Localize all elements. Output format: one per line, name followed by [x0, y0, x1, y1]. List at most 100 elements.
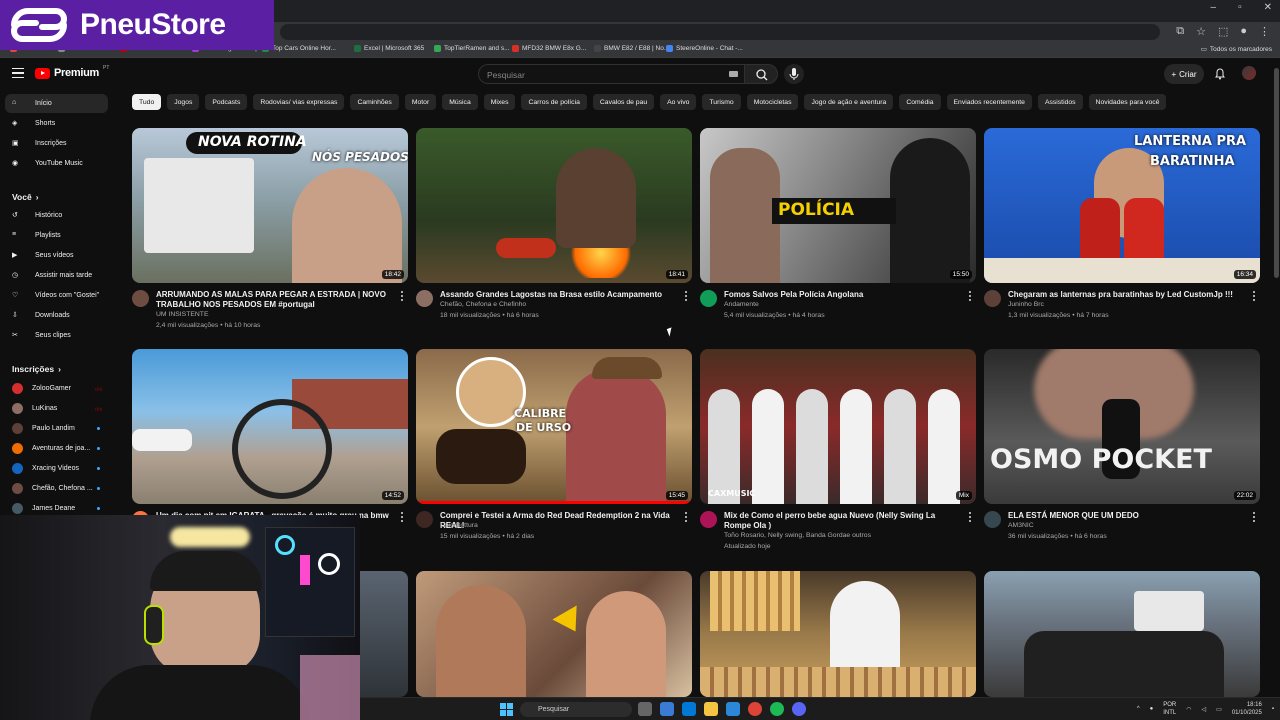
- taskbar-search[interactable]: Pesquisar: [520, 702, 632, 717]
- bookmark-item[interactable]: SteereOnline - Chat -...: [666, 45, 743, 52]
- channel-name[interactable]: Toño Rosario, Nelly swing, Banda Gordae …: [724, 532, 871, 539]
- sidebar-you-item-4[interactable]: ♡ Vídeos com "Gostei": [5, 286, 108, 305]
- sidebar-you-item-0[interactable]: ↺ Histórico: [5, 206, 108, 225]
- video-thumbnail-row3-3[interactable]: [700, 571, 976, 697]
- channel-avatar[interactable]: [700, 511, 717, 528]
- channel-name[interactable]: Caio Bottura: [440, 522, 478, 529]
- sidebar-item-2[interactable]: ▣ Inscrições: [5, 134, 108, 153]
- voice-search-button[interactable]: [784, 64, 804, 84]
- more-options-icon[interactable]: [1253, 291, 1256, 301]
- video-title[interactable]: Chegaram as lanternas pra baratinhas by …: [1008, 290, 1248, 300]
- sidebar-item-1[interactable]: ◈ Shorts: [5, 114, 108, 133]
- filter-chip[interactable]: Podcasts: [205, 94, 248, 110]
- account-avatar[interactable]: [1242, 66, 1256, 80]
- youtube-logo[interactable]: Premium PT: [35, 65, 109, 79]
- page-scrollbar[interactable]: [1272, 60, 1280, 697]
- minimize-icon[interactable]: –: [1211, 2, 1217, 13]
- filter-chip[interactable]: Carros de polícia: [521, 94, 587, 110]
- task-view-icon[interactable]: [638, 702, 652, 716]
- sidebar-item-3[interactable]: ◉ YouTube Music: [5, 154, 108, 173]
- filter-chip[interactable]: Novidades para você: [1088, 94, 1167, 110]
- sidebar-you-item-3[interactable]: ◷ Assistir mais tarde: [5, 266, 108, 285]
- video-card[interactable]: POLÍCIA 15:50 Fomos Salvos Pela Polícia An…: [700, 128, 976, 343]
- video-card[interactable]: 18:41 Assando Grandes Lagostas na Brasa e…: [416, 128, 692, 343]
- search-button[interactable]: [744, 64, 778, 84]
- filter-chip[interactable]: Jogo de ação e aventura: [804, 94, 894, 110]
- more-options-icon[interactable]: [401, 291, 404, 301]
- edge-icon[interactable]: [682, 702, 696, 716]
- notifications-bell-icon[interactable]: [1214, 67, 1226, 80]
- channel-name[interactable]: Andamente: [724, 301, 759, 308]
- subscriptions-section-header[interactable]: Inscrições ›: [12, 364, 61, 374]
- video-thumbnail[interactable]: 18:41: [416, 128, 692, 283]
- windows-start-icon[interactable]: [500, 703, 513, 716]
- channel-avatar[interactable]: [416, 511, 433, 528]
- filter-chip[interactable]: Caminhões: [350, 94, 399, 110]
- battery-icon[interactable]: ▭: [1216, 706, 1222, 713]
- all-bookmarks[interactable]: ▭ Todos os marcadores: [1201, 45, 1272, 54]
- video-thumbnail[interactable]: CALIBRE DE URSO 15:45: [416, 349, 692, 504]
- subscription-channel[interactable]: LuKinas ((•)): [5, 399, 108, 418]
- video-title[interactable]: ELA ESTÁ MENOR QUE UM DEDO: [1008, 511, 1248, 521]
- subscription-channel[interactable]: ZolooGamer ((•)): [5, 379, 108, 398]
- sidebar-you-item-5[interactable]: ⇩ Downloads: [5, 306, 108, 325]
- hamburger-menu-icon[interactable]: [12, 68, 24, 78]
- profile-icon[interactable]: ●: [1240, 25, 1247, 38]
- more-options-icon[interactable]: [969, 512, 972, 522]
- video-card[interactable]: LANTERNA PRA BARATINHA 16:34 Chegaram as la…: [984, 128, 1260, 343]
- sidebar-item-0[interactable]: ⌂ Início: [5, 94, 108, 113]
- url-field[interactable]: [280, 24, 1160, 40]
- star-icon[interactable]: ☆: [1196, 25, 1206, 38]
- extensions-icon[interactable]: ⬚: [1218, 25, 1228, 38]
- video-card[interactable]: CALIBRE DE URSO 15:45 Comprei e Testei a Ar…: [416, 349, 692, 564]
- cast-icon[interactable]: ⧉: [1176, 25, 1184, 38]
- video-thumbnail-row3-2[interactable]: [416, 571, 692, 697]
- clock[interactable]: 18:16 01/10/2025: [1232, 701, 1262, 717]
- video-thumbnail[interactable]: NOVA ROTINA NÓS PESADOS 18:42: [132, 128, 408, 283]
- chrome-icon[interactable]: [748, 702, 762, 716]
- video-thumbnail[interactable]: LANTERNA PRA BARATINHA 16:34: [984, 128, 1260, 283]
- sidebar-you-item-1[interactable]: ≡ Playlists: [5, 226, 108, 245]
- video-title[interactable]: Assando Grandes Lagostas na Brasa estilo…: [440, 290, 680, 300]
- volume-icon[interactable]: ◁: [1202, 706, 1207, 713]
- channel-avatar[interactable]: [416, 290, 433, 307]
- video-card[interactable]: CAXMUSIC Mix Mix de Como el perro bebe agu…: [700, 349, 976, 564]
- you-section-header[interactable]: Você ›: [12, 192, 39, 202]
- channel-name[interactable]: Chefão, Chefona e Chefinho: [440, 301, 526, 308]
- bookmark-item[interactable]: MFD32 BMW E8x G...: [512, 45, 586, 52]
- channel-avatar[interactable]: [700, 290, 717, 307]
- filter-chip[interactable]: Motor: [404, 94, 437, 110]
- filter-chip[interactable]: Ao vivo: [660, 94, 697, 110]
- sidebar-you-item-6[interactable]: ✂ Seus clipes: [5, 326, 108, 345]
- widgets-icon[interactable]: [660, 702, 674, 716]
- video-thumbnail[interactable]: OSMO POCKET 22:02: [984, 349, 1260, 504]
- spotify-icon[interactable]: [770, 702, 784, 716]
- create-button[interactable]: + Criar: [1164, 64, 1204, 84]
- video-thumbnail[interactable]: 14:52: [132, 349, 408, 504]
- filter-chip[interactable]: Mixes: [483, 94, 516, 110]
- channel-name[interactable]: UM INSISTENTE: [156, 311, 209, 318]
- store-icon[interactable]: [726, 702, 740, 716]
- maximize-icon[interactable]: ▫: [1238, 2, 1242, 13]
- bookmark-item[interactable]: BMW E82 / E88 | No...: [594, 45, 669, 52]
- video-title[interactable]: Fomos Salvos Pela Polícia Angolana: [724, 290, 964, 300]
- filter-chip[interactable]: Cavalos de pau: [592, 94, 655, 110]
- more-options-icon[interactable]: [401, 512, 404, 522]
- microphone-tray-icon[interactable]: ●: [1150, 706, 1154, 712]
- video-thumbnail[interactable]: POLÍCIA 15:50: [700, 128, 976, 283]
- bookmark-item[interactable]: Excel | Microsoft 365: [354, 45, 424, 52]
- browser-menu-icon[interactable]: ⋮: [1259, 25, 1270, 38]
- chevron-up-icon[interactable]: ^: [1137, 706, 1140, 712]
- more-options-icon[interactable]: [1253, 512, 1256, 522]
- channel-name[interactable]: Juninho Brc: [1008, 301, 1044, 308]
- filter-chip[interactable]: Enviados recentemente: [946, 94, 1032, 110]
- more-options-icon[interactable]: [685, 291, 688, 301]
- filter-chip[interactable]: Assistidos: [1037, 94, 1083, 110]
- language-indicator[interactable]: POR INTL: [1163, 701, 1176, 717]
- search-input[interactable]: Pesquisar: [478, 64, 744, 84]
- channel-avatar[interactable]: [984, 511, 1001, 528]
- video-card[interactable]: NOVA ROTINA NÓS PESADOS 18:42 ARRUMANDO AS …: [132, 128, 408, 343]
- filter-chip[interactable]: Comédia: [899, 94, 941, 110]
- more-options-icon[interactable]: [685, 512, 688, 522]
- filter-chip[interactable]: Música: [442, 94, 478, 110]
